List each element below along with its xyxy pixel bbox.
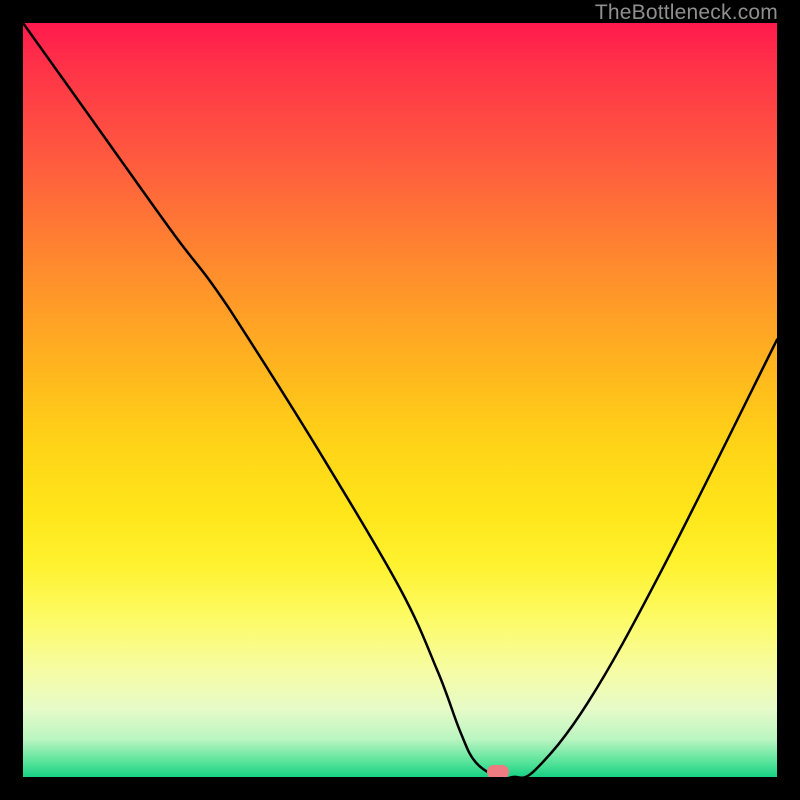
plot-area [23, 23, 777, 777]
chart-frame: TheBottleneck.com [0, 0, 800, 800]
optimum-marker [487, 765, 509, 777]
bottleneck-curve [23, 23, 777, 777]
watermark-text: TheBottleneck.com [595, 1, 778, 25]
